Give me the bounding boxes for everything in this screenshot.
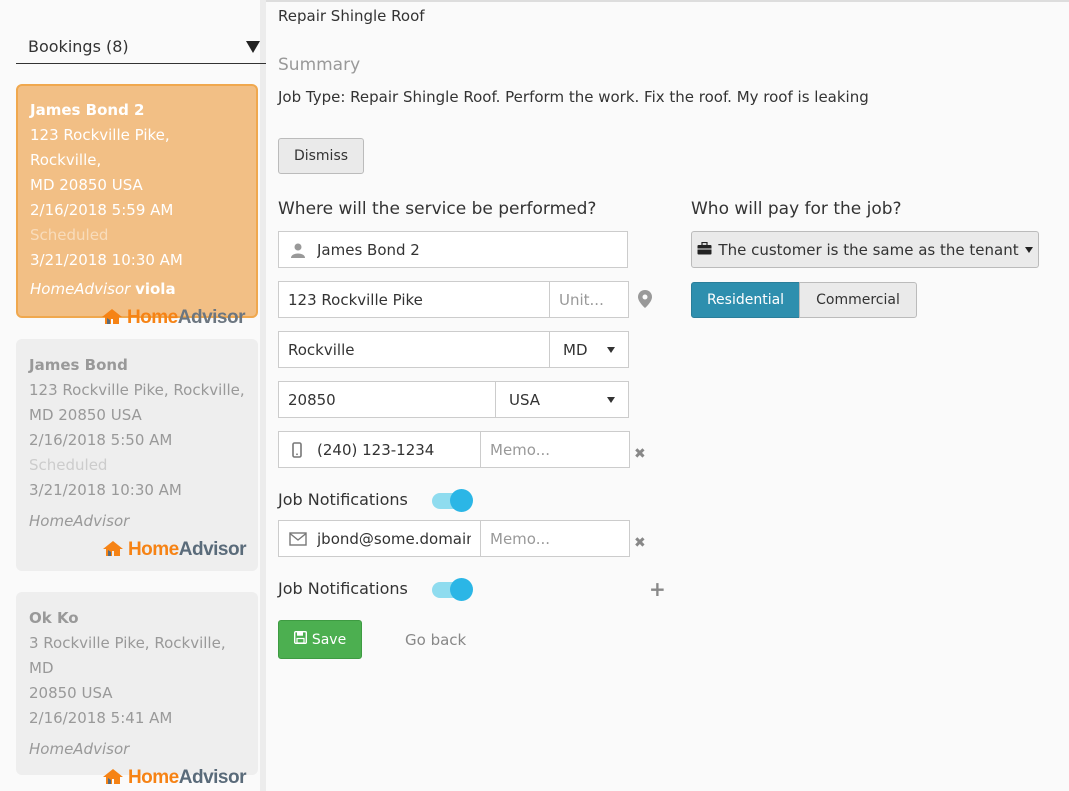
city-input[interactable] [278,331,550,368]
booking-source: HomeAdvisor [29,512,130,530]
add-contact-plus-icon[interactable]: + [649,577,666,601]
homeadvisor-house-icon [102,540,124,558]
booking-card-active[interactable]: James Bond 2 123 Rockville Pike, Rockvil… [16,84,258,328]
select-arrow-icon [607,396,615,403]
booking-source: HomeAdvisor [29,740,130,758]
contact-name-input[interactable] [278,231,628,268]
booking-source-user: viola [135,280,176,298]
homeadvisor-logo: HomeAdvisor [29,764,247,790]
homeadvisor-logo: HomeAdvisor [30,304,246,330]
toggle-knob [450,578,473,601]
homeadvisor-house-icon [102,768,124,786]
booking-address-line1: 3 Rockville Pike, Rockville, MD [29,634,226,677]
logo-advisor-text: Advisor [178,538,247,560]
booking-created: 2/16/2018 5:59 AM [30,201,174,219]
bookings-dropdown[interactable]: Bookings (8) [16,30,266,64]
street-input[interactable] [278,281,550,318]
payer-dropdown[interactable]: The customer is the same as the tenant [691,231,1039,268]
homeadvisor-house-icon [101,308,123,326]
booking-status: Scheduled [29,456,108,474]
go-back-link[interactable]: Go back [405,631,466,649]
booking-address-line2: MD 20850 USA [29,406,142,424]
commercial-button[interactable]: Commercial [799,282,917,318]
logo-advisor-text: Advisor [177,306,246,328]
booking-card[interactable]: James Bond 123 Rockville Pike, Rockville… [16,339,258,571]
email-input[interactable] [278,520,481,557]
save-button[interactable]: Save [278,620,362,659]
payer-heading: Who will pay for the job? [691,199,902,219]
zip-input[interactable] [278,381,496,418]
phone-memo-input[interactable] [480,431,630,468]
booking-status: Scheduled [30,226,109,244]
caret-down-icon [246,40,260,53]
booking-source-name: HomeAdvisor [30,280,131,298]
state-select[interactable]: MD [549,331,629,368]
job-notifications-toggle[interactable] [432,489,473,512]
booking-scheduled-time: 3/21/2018 10:30 AM [29,481,182,499]
email-memo-input[interactable] [480,520,630,557]
booking-created: 2/16/2018 5:50 AM [29,431,173,449]
homeadvisor-logo: HomeAdvisor [29,536,247,562]
booking-name: James Bond 2 [30,101,145,119]
booking-address-line1: 123 Rockville Pike, Rockville, [29,381,245,399]
job-notifications-toggle[interactable] [432,578,473,601]
logo-advisor-text: Advisor [178,766,247,788]
booking-name: Ok Ko [29,609,79,627]
select-arrow-icon [607,346,615,353]
logo-home-text: Home [127,538,179,560]
booking-address-line2: 20850 USA [29,684,113,702]
payer-selected-value: The customer is the same as the tenant [718,240,1019,259]
booking-scheduled-time: 3/21/2018 10:30 AM [30,251,183,269]
summary-heading: Summary [278,55,361,75]
remove-phone-icon[interactable]: ✖ [634,446,646,462]
floppy-disk-icon [293,630,307,648]
booking-address-line2: MD 20850 USA [30,176,143,194]
booking-name: James Bond [29,356,128,374]
bookings-title: Bookings (8) [28,37,129,56]
country-select[interactable]: USA [495,381,629,418]
booking-card[interactable]: Ok Ko 3 Rockville Pike, Rockville, MD 20… [16,592,258,788]
service-location-heading: Where will the service be performed? [278,199,597,219]
job-notifications-label: Job Notifications [278,490,408,509]
summary-text: Job Type: Repair Shingle Roof. Perform t… [278,88,869,106]
person-icon [290,242,306,258]
unit-input[interactable] [549,281,629,318]
state-selected-value: MD [563,340,588,359]
booking-source: HomeAdvisor viola [30,277,245,302]
caret-down-icon [1024,246,1033,253]
residential-button[interactable]: Residential [691,282,800,318]
bookings-sidebar: Bookings (8) James Bond 2 123 Rockville … [0,0,266,791]
job-detail-panel: Repair Shingle Roof Summary Job Type: Re… [278,0,1068,791]
envelope-icon [289,532,307,548]
job-title: Repair Shingle Roof [278,7,425,25]
booking-created: 2/16/2018 5:41 AM [29,709,173,727]
remove-email-icon[interactable]: ✖ [634,535,646,551]
briefcase-icon [697,241,712,259]
logo-home-text: Home [127,766,179,788]
job-notifications-label: Job Notifications [278,579,408,598]
phone-input[interactable] [278,431,481,468]
save-button-label: Save [311,631,347,648]
country-selected-value: USA [509,390,541,409]
mobile-phone-icon [291,442,307,458]
booking-address-line1: 123 Rockville Pike, Rockville, [30,126,170,169]
map-marker-icon[interactable] [638,290,654,308]
dismiss-button[interactable]: Dismiss [278,138,364,174]
toggle-knob [450,489,473,512]
logo-home-text: Home [126,306,178,328]
